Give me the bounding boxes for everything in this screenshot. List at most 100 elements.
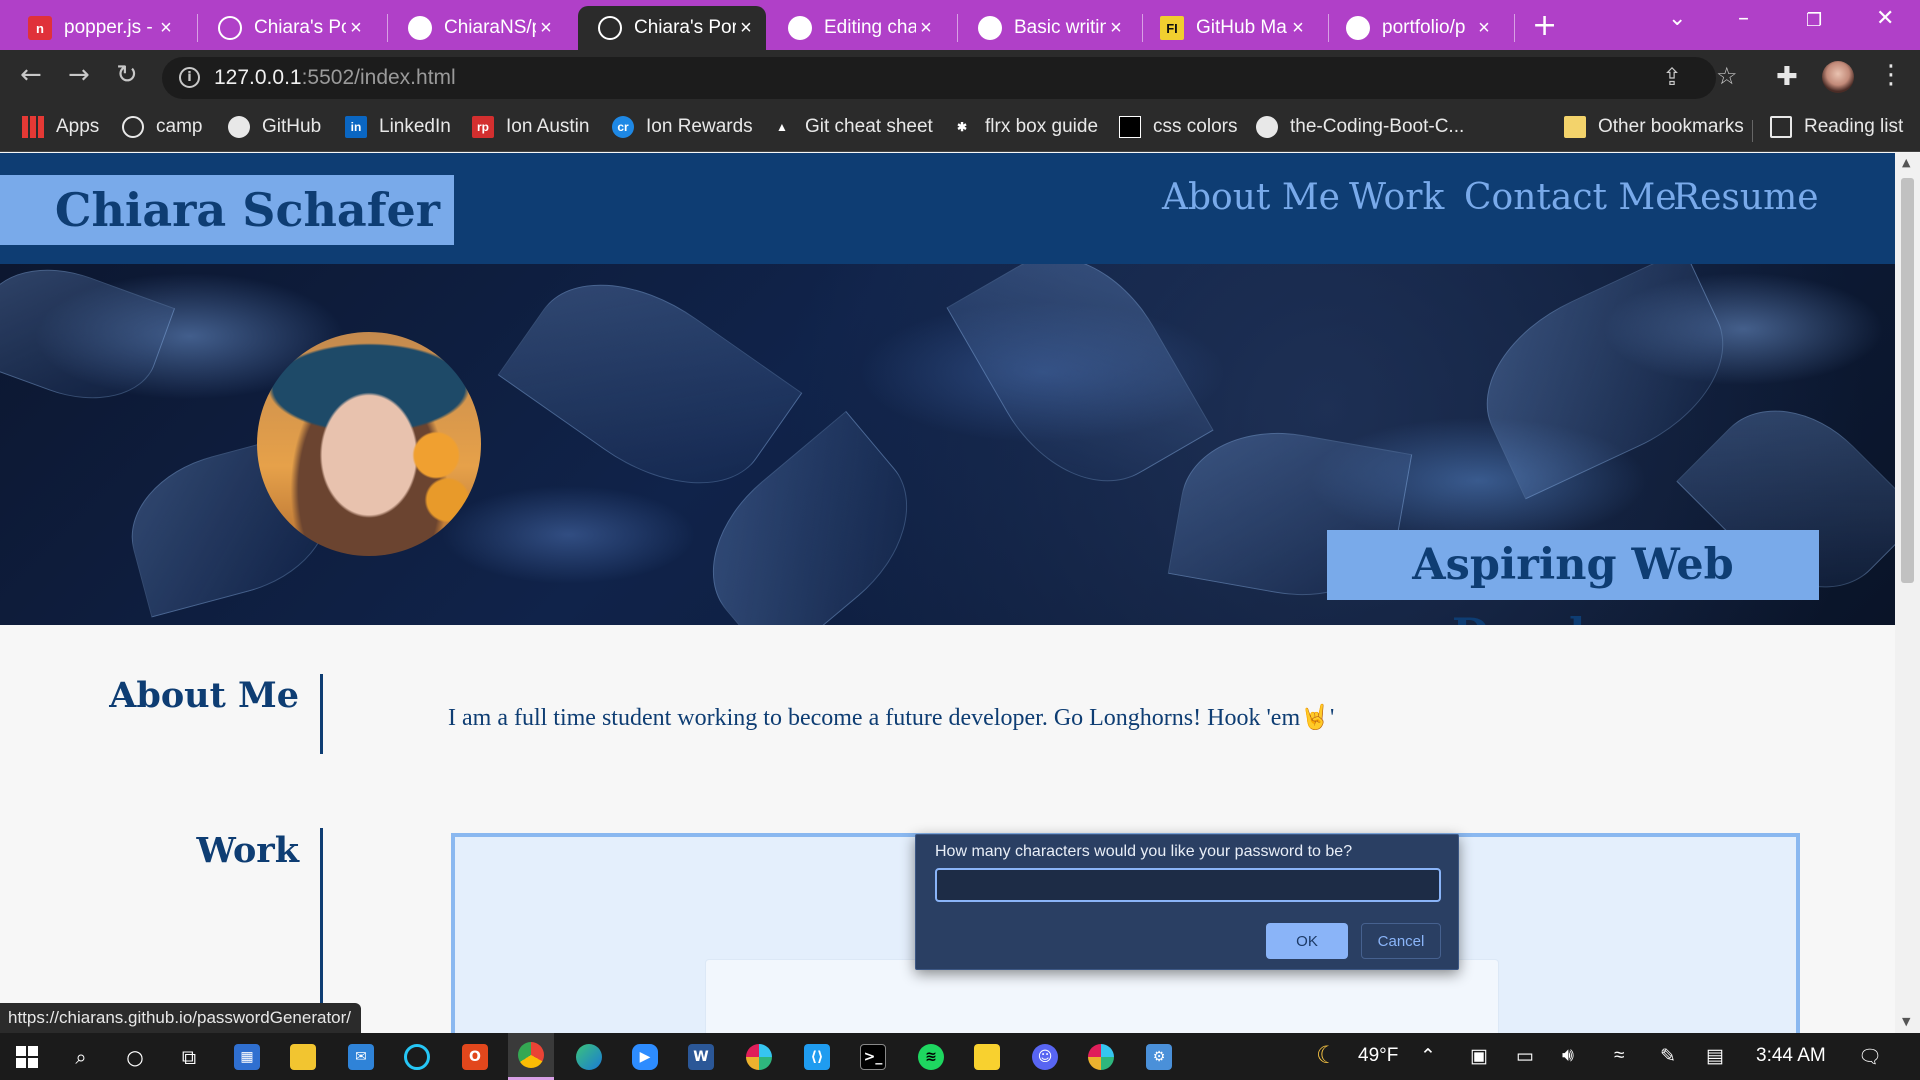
terminal-icon[interactable]: >_ xyxy=(850,1033,896,1080)
tab-editing[interactable]: Editing cha × xyxy=(768,6,946,50)
wifi-icon[interactable]: ≈ xyxy=(1614,1045,1624,1067)
share-icon[interactable]: ⇪ xyxy=(1662,63,1682,91)
nav-contact-me[interactable]: Contact Me xyxy=(1464,177,1677,218)
close-icon[interactable]: × xyxy=(916,17,936,40)
office-glyph: O xyxy=(462,1043,488,1070)
spotify-icon[interactable]: ≋ xyxy=(908,1033,954,1080)
slack-2-icon[interactable] xyxy=(1078,1033,1124,1080)
forward-arrow-icon[interactable]: → xyxy=(68,60,90,90)
bookmark-git-cheat-sheet[interactable]: ▲ Git cheat sheet xyxy=(771,116,933,138)
hero-banner: Aspiring Web Developer xyxy=(0,264,1895,625)
prompt-ok-button[interactable]: OK xyxy=(1266,923,1348,959)
close-icon[interactable]: × xyxy=(1474,17,1494,40)
github-icon xyxy=(788,16,812,40)
tray-chevron-icon[interactable]: ⌃ xyxy=(1420,1045,1436,1068)
nav-resume[interactable]: Resume xyxy=(1673,177,1819,218)
control-panel-icon[interactable]: ⚙ xyxy=(1136,1033,1182,1080)
cortana-icon[interactable]: ○ xyxy=(112,1033,158,1080)
close-icon[interactable]: × xyxy=(156,17,176,40)
mail-icon[interactable]: ✉ xyxy=(338,1033,384,1080)
back-arrow-icon[interactable]: ← xyxy=(20,60,42,90)
discord-icon[interactable]: ☺ xyxy=(1022,1033,1068,1080)
extensions-puzzle-icon[interactable]: ✚ xyxy=(1776,62,1798,92)
scroll-up-arrow-icon[interactable]: ▲ xyxy=(1902,156,1910,169)
bookmark-css-colors[interactable]: css colors xyxy=(1119,116,1237,138)
restore-icon[interactable]: ❐ xyxy=(1806,10,1822,31)
moon-weather-icon[interactable]: ☾ xyxy=(1316,1041,1338,1070)
tab-basic-writing[interactable]: Basic writin × xyxy=(958,6,1136,50)
keyboard-icon[interactable]: ▤ xyxy=(1706,1045,1724,1068)
cr-icon: cr xyxy=(612,116,634,138)
notifications-icon[interactable]: 🗨︎ xyxy=(1858,1045,1882,1069)
clock-time[interactable]: 3:44 AM xyxy=(1756,1045,1826,1067)
bookmark-label: GitHub xyxy=(262,116,322,137)
bookmark-ion-rewards[interactable]: cr Ion Rewards xyxy=(612,116,753,138)
task-view-icon[interactable]: ⧉ xyxy=(166,1033,212,1080)
bookmark-camp[interactable]: camp xyxy=(122,116,202,138)
pen-icon[interactable]: ✎ xyxy=(1660,1045,1676,1068)
bookmark-github[interactable]: GitHub xyxy=(228,116,321,138)
site-info-icon[interactable]: i xyxy=(179,67,200,88)
profile-avatar[interactable] xyxy=(1822,61,1854,93)
reading-list[interactable]: Reading list xyxy=(1770,116,1903,138)
scroll-down-arrow-icon[interactable]: ▼ xyxy=(1902,1015,1910,1028)
webcam-icon[interactable]: ▣ xyxy=(1470,1045,1488,1068)
address-url[interactable]: 127.0.0.1:5502/index.html xyxy=(214,66,456,90)
tab-separator xyxy=(1514,14,1515,42)
bookmark-linkedin[interactable]: in LinkedIn xyxy=(345,116,451,138)
new-tab-plus-icon[interactable]: + xyxy=(1532,8,1557,43)
word-icon[interactable]: W xyxy=(678,1033,724,1080)
battery-icon[interactable]: ▭ xyxy=(1516,1045,1534,1068)
prompt-input[interactable] xyxy=(935,868,1441,902)
spotify-glyph: ≋ xyxy=(918,1043,944,1070)
close-icon[interactable]: × xyxy=(536,17,556,40)
tab-portfolio-repo[interactable]: portfolio/p × xyxy=(1326,6,1504,50)
vscode-icon[interactable]: ⟨⟩ xyxy=(794,1033,840,1080)
tab-popper[interactable]: n popper.js - × xyxy=(8,6,186,50)
tab-title: Basic writin xyxy=(1014,17,1106,38)
reload-icon[interactable]: ↻ xyxy=(116,60,138,90)
slack-icon[interactable] xyxy=(736,1033,782,1080)
more-menu-icon[interactable]: ⋮ xyxy=(1878,60,1904,90)
window-close-icon[interactable]: ✕ xyxy=(1876,6,1894,31)
globe-icon xyxy=(218,16,242,40)
tab-portfolio[interactable]: Chiara's Por × xyxy=(198,6,376,50)
bookmark-coding-boot-camp[interactable]: the-Coding-Boot-C... xyxy=(1256,116,1464,138)
bookmark-star-icon[interactable]: ☆ xyxy=(1716,62,1738,90)
page-scrollbar[interactable]: ▲ ▼ xyxy=(1895,153,1920,1033)
tab-search-chevron-icon[interactable]: ⌄ xyxy=(1668,6,1686,31)
close-icon[interactable]: × xyxy=(346,17,366,40)
bookmark-apps[interactable]: Apps xyxy=(22,116,99,138)
zoom-icon[interactable]: ▶ xyxy=(622,1033,668,1080)
close-icon[interactable]: × xyxy=(1106,17,1126,40)
alexa-icon[interactable] xyxy=(394,1033,440,1080)
close-icon[interactable]: × xyxy=(736,17,756,40)
folder-glyph xyxy=(290,1043,316,1070)
tab-github-markdown[interactable]: FI GitHub Ma × xyxy=(1140,6,1318,50)
github-icon xyxy=(1346,16,1370,40)
windows-start-icon[interactable] xyxy=(4,1033,50,1080)
bookmark-ion-austin[interactable]: rp Ion Austin xyxy=(472,116,589,138)
close-icon[interactable]: × xyxy=(1288,17,1308,40)
address-bar[interactable]: i 127.0.0.1:5502/index.html ⇪ xyxy=(162,57,1716,99)
store-icon[interactable]: ▦ xyxy=(224,1033,270,1080)
bookmark-other-bookmarks[interactable]: Other bookmarks xyxy=(1564,116,1744,138)
file-explorer-icon[interactable] xyxy=(280,1033,326,1080)
sticky-notes-icon[interactable] xyxy=(964,1033,1010,1080)
minimize-icon[interactable]: – xyxy=(1738,6,1749,31)
nav-work[interactable]: Work xyxy=(1349,177,1444,218)
weather-temperature[interactable]: 49°F xyxy=(1358,1045,1398,1067)
chrome-icon[interactable] xyxy=(508,1033,554,1080)
volume-icon[interactable]: 🔊︎ xyxy=(1562,1045,1574,1067)
tab-github-repo[interactable]: ChiaraNS/p × xyxy=(388,6,566,50)
site-name: Chiara Schafer xyxy=(0,175,454,245)
office-icon[interactable]: O xyxy=(452,1033,498,1080)
tab-portfolio-active[interactable]: Chiara's Por × xyxy=(578,6,766,50)
scrollbar-thumb[interactable] xyxy=(1901,178,1914,583)
bookmark-flex-box-guide[interactable]: ✱ flrx box guide xyxy=(951,116,1098,138)
search-icon[interactable]: ⌕ xyxy=(58,1033,104,1080)
edge-icon[interactable] xyxy=(566,1033,612,1080)
mail-glyph: ✉ xyxy=(348,1043,374,1070)
prompt-cancel-button[interactable]: Cancel xyxy=(1361,923,1441,959)
nav-about-me[interactable]: About Me xyxy=(1162,177,1340,218)
